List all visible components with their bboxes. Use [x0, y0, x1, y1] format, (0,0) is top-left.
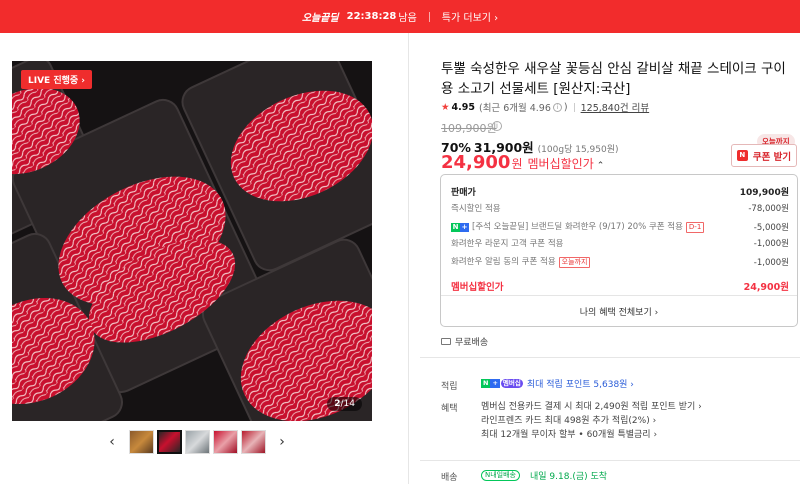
column-divider	[408, 33, 409, 484]
discount-row: 즉시할인 적용 -78,000원	[451, 202, 789, 214]
rating-score: 4.95	[451, 101, 475, 113]
thumbnail-4[interactable]	[212, 430, 238, 454]
section-divider	[420, 460, 800, 461]
original-price: 109,900원	[441, 122, 497, 135]
discount-row-label: 화려한우 라운지 고객 쿠폰 적용	[451, 239, 564, 249]
box-divider	[441, 295, 797, 296]
points-link[interactable]: N + 멤버십 최대 적립 포인트 5,638원 ›	[481, 377, 634, 390]
thumbnail-1[interactable]	[128, 430, 154, 454]
delivery-row: 무료배송	[441, 335, 488, 348]
discount-row-value: -5,000원	[753, 222, 789, 233]
product-main-image[interactable]: LIVE 진행중 › 2/14	[12, 61, 372, 421]
discount-row-value: -78,000원	[748, 204, 789, 214]
deal-brand: 오늘끝딜	[301, 13, 339, 24]
thumbnail-strip: ‹ ›	[105, 430, 289, 454]
benefit-item[interactable]: 라인프렌즈 카드 최대 498원 추가 적립(2%) ›	[481, 414, 702, 428]
naver-plus-membership-icon: N + 멤버십	[481, 379, 523, 388]
thumbnail-next-arrow[interactable]: ›	[275, 434, 289, 450]
list-price-value: 109,900원	[739, 188, 789, 198]
reviews-link[interactable]: 125,840건 리뷰	[581, 100, 650, 114]
price-breakdown-box: 판매가 109,900원 즉시할인 적용 -78,000원 N + [주석 오늘끝딜…	[440, 174, 798, 327]
points-label: 적립	[441, 382, 458, 392]
meat-tray-image	[12, 61, 372, 421]
member-price-row[interactable]: 24,900 원 멤버십할인가 ⌃	[441, 152, 604, 173]
product-title: 투뿔 숙성한우 새우살 꽃등심 안심 갈비살 채끝 스테이크 구이용 소고기 선…	[441, 61, 786, 97]
member-total-row: 멤버십할인가 24,900원	[451, 279, 789, 293]
discount-row: 화려한우 알림 동의 쿠폰 적용 오늘까지 -1,000원	[451, 255, 789, 268]
d-day-tag: D-1	[685, 222, 705, 233]
image-counter-total: /14	[340, 399, 355, 409]
shipping-label: 배송	[441, 473, 458, 483]
star-icon: ★	[441, 101, 450, 113]
discount-row-value: -1,000원	[753, 257, 789, 268]
rating-divider	[573, 102, 575, 112]
discount-row-label: [주석 오늘끝딜] 브랜드딜 화려한우 (9/17) 20% 쿠폰 적용	[472, 222, 683, 232]
badge-plus: +	[490, 379, 500, 388]
discount-row: 화려한우 라운지 고객 쿠폰 적용 -1,000원	[451, 237, 789, 249]
thumbnail-prev-arrow[interactable]: ‹	[105, 434, 119, 450]
section-divider	[420, 357, 800, 358]
next-day-delivery-badge: N내일배송	[481, 470, 520, 481]
price-info-icon[interactable]: i	[492, 121, 502, 131]
discount-row-label: 즉시할인 적용	[451, 204, 501, 214]
thumbnail-5[interactable]	[240, 430, 266, 454]
rating-row: ★ 4.95 (최근 6개월 4.96 i ) 125,840건 리뷰	[441, 100, 650, 115]
list-price-label: 판매가	[451, 188, 476, 198]
thumbnail-3[interactable]	[184, 430, 210, 454]
discount-row-label: 화려한우 알림 동의 쿠폰 적용	[451, 257, 556, 267]
member-price-won: 원	[511, 157, 523, 171]
coupon-download-button[interactable]: N 쿠폰 받기	[731, 144, 797, 167]
rating-recent-close: )	[563, 101, 568, 113]
delivery-date: 내일 9.18.(금) 도착	[530, 472, 608, 482]
member-price: 24,900	[441, 152, 511, 173]
chevron-up-icon[interactable]: ⌃	[597, 161, 605, 171]
thumbnail-2[interactable]	[156, 430, 182, 454]
rating-info-icon[interactable]: i	[552, 102, 562, 112]
member-total-label: 멤버십할인가	[451, 282, 504, 293]
banner-divider	[428, 11, 430, 22]
points-text: 최대 적립 포인트 5,638원 ›	[526, 380, 634, 390]
discount-row-value: -1,000원	[753, 239, 789, 249]
live-badge[interactable]: LIVE 진행중 ›	[21, 70, 93, 89]
discount-row: N + [주석 오늘끝딜] 브랜드딜 화려한우 (9/17) 20% 쿠폰 적용 D-…	[451, 220, 789, 233]
more-deals-link[interactable]: 특가 더보기 ›	[442, 9, 498, 24]
discount-row-label-wrap: 화려한우 알림 동의 쿠폰 적용 오늘까지	[451, 255, 591, 268]
member-total-value: 24,900원	[743, 282, 789, 293]
naver-n-icon: N	[736, 150, 748, 161]
benefits-label: 혜택	[441, 404, 458, 414]
view-all-benefits-link[interactable]: 나의 혜택 전체보기 ›	[441, 305, 797, 318]
naver-plus-icon: N +	[451, 223, 469, 232]
coupon-button-label: 쿠폰 받기	[752, 151, 792, 163]
image-counter: 2/14	[327, 397, 362, 411]
benefits-list: 멤버십 전용카드 결제 시 최대 2,490원 적립 포인트 받기 › 라인프렌…	[481, 400, 702, 442]
list-price-row: 판매가 109,900원	[451, 185, 789, 198]
truck-icon	[441, 338, 451, 345]
benefit-item[interactable]: 멤버십 전용카드 결제 시 최대 2,490원 적립 포인트 받기 ›	[481, 400, 702, 414]
shipping-info: N내일배송 내일 9.18.(금) 도착	[481, 469, 607, 482]
countdown-label: 남음	[398, 13, 417, 24]
rating-recent: (최근 6개월 4.96	[478, 103, 551, 114]
deal-banner[interactable]: 오늘끝딜 22:38:28 남음 특가 더보기 ›	[0, 0, 800, 33]
today-only-tag: 오늘까지	[558, 257, 591, 268]
member-price-label: 멤버십할인가	[527, 157, 594, 171]
badge-membership: 멤버십	[500, 379, 523, 388]
countdown-timer: 22:38:28	[346, 11, 397, 22]
badge-n: N	[481, 379, 491, 388]
discount-row-label-wrap: N + [주석 오늘끝딜] 브랜드딜 화려한우 (9/17) 20% 쿠폰 적용 D-…	[451, 220, 705, 233]
benefit-item[interactable]: 최대 12개월 무이자 할부 • 60개월 특별금리 ›	[481, 428, 702, 442]
free-shipping-label: 무료배송	[455, 338, 489, 348]
